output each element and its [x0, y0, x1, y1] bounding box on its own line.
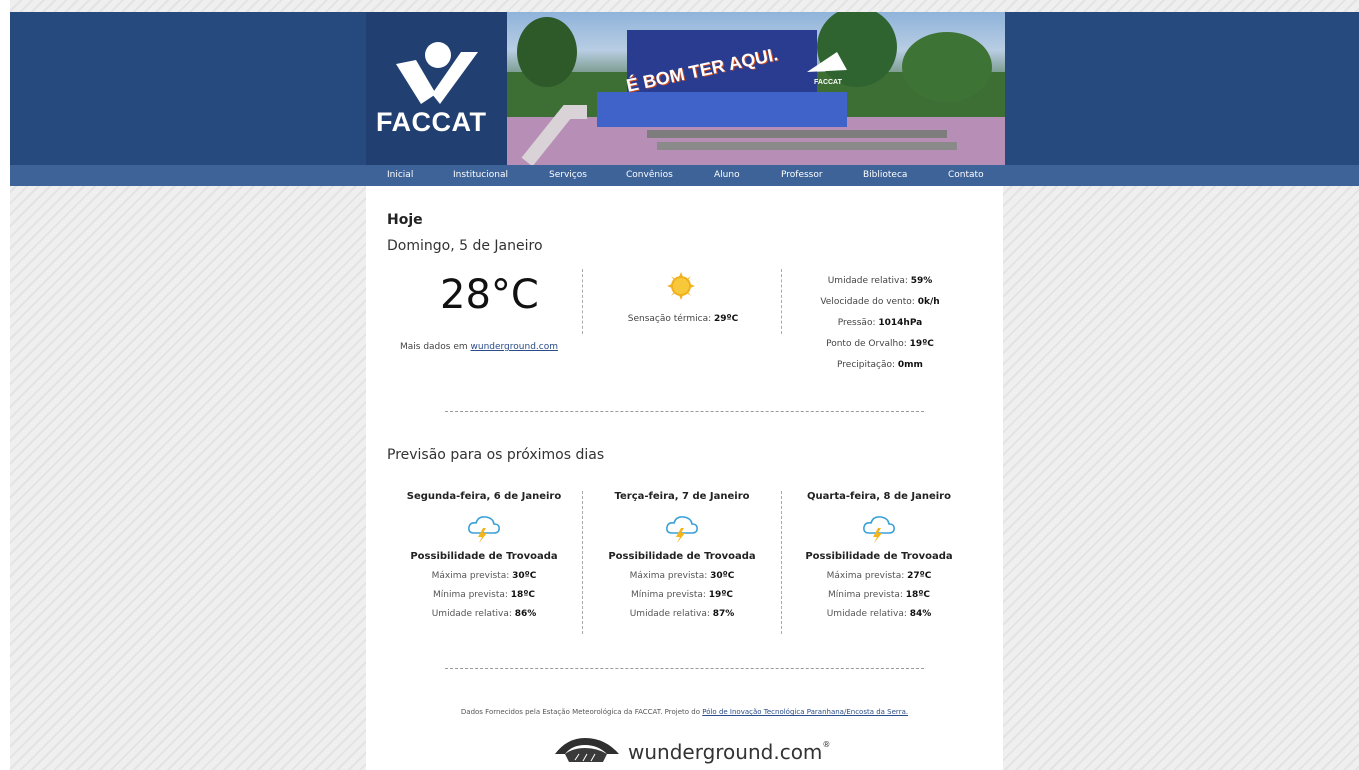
forecast-heading: Previsão para os próximos dias — [387, 447, 605, 463]
forecast-max: Máxima prevista: 27ºC — [781, 571, 977, 581]
today-stats: Umidade relativa: 59% Velocidade do vent… — [791, 271, 969, 376]
forecast-humidity-value: 86% — [514, 609, 537, 619]
forecast-day-title: Quarta-feira, 8 de Janeiro — [807, 491, 951, 502]
forecast-humidity-label: Umidade relativa: — [826, 609, 910, 619]
forecast-max: Máxima prevista: 30ºC — [386, 571, 582, 581]
wunderground-wordmark: wunderground.com® — [628, 740, 830, 764]
feels-like-label: Sensação térmica: — [627, 314, 714, 324]
nav-item-professor[interactable]: Professor — [781, 170, 823, 180]
stat-label: Velocidade do vento: — [820, 297, 918, 307]
more-data-text: Mais dados em wunderground.com — [400, 342, 558, 352]
header-banner: FACCAT FACCAT É BOM TER AQUI. — [366, 12, 1005, 165]
today-divider-2 — [781, 269, 782, 334]
nav-item-convenios[interactable]: Convênios — [626, 170, 673, 180]
stat-value: 0k/h — [917, 297, 940, 307]
registered-mark: ® — [822, 740, 831, 749]
more-data-prefix: Mais dados em — [400, 342, 471, 352]
forecast-max-label: Máxima prevista: — [629, 571, 711, 581]
stat-label: Precipitação: — [837, 360, 898, 370]
stat-label: Umidade relativa: — [827, 276, 911, 286]
current-temperature: 28°C — [440, 272, 539, 318]
forecast-min-value: 19ºC — [708, 590, 734, 600]
forecast-humidity-label: Umidade relativa: — [629, 609, 713, 619]
stat-dewpoint: Ponto de Orvalho: 19ºC — [791, 334, 969, 355]
forecast-max: Máxima prevista: 30ºC — [584, 571, 780, 581]
footer-note: Dados Fornecidos pela Estação Meteorológ… — [366, 708, 1003, 716]
thunderstorm-icon — [468, 516, 500, 543]
campus-photo: FACCAT É BOM TER AQUI. — [507, 12, 1005, 165]
forecast-condition: Possibilidade de Trovoada — [410, 551, 558, 562]
stat-label: Ponto de Orvalho: — [826, 339, 910, 349]
forecast-min-label: Mínima prevista: — [827, 590, 906, 600]
nav-item-aluno[interactable]: Aluno — [714, 170, 740, 180]
polo-inovacao-link[interactable]: Pólo de Inovação Tecnológica Paranhana/E… — [702, 708, 908, 716]
nav-item-biblioteca[interactable]: Biblioteca — [863, 170, 907, 180]
logo-mark-icon — [396, 42, 478, 104]
footer-note-text: Dados Fornecidos pela Estação Meteorológ… — [460, 708, 703, 716]
stat-value: 0mm — [897, 360, 923, 370]
forecast-humidity-value: 84% — [909, 609, 932, 619]
wunderground-brand[interactable]: wunderground.com® — [553, 734, 830, 766]
logo-wordmark: FACCAT — [376, 107, 487, 137]
forecast-max-label: Máxima prevista: — [826, 571, 908, 581]
forecast-divider-1 — [582, 491, 583, 634]
forecast-min: Mínima prevista: 18ºC — [781, 590, 977, 600]
forecast-max-value: 27ºC — [907, 571, 932, 581]
wunderground-brand-text: wunderground.com — [628, 740, 823, 764]
forecast-min: Mínima prevista: 19ºC — [584, 590, 780, 600]
section-divider — [445, 668, 924, 669]
forecast-humidity-value: 87% — [712, 609, 735, 619]
forecast-min: Mínima prevista: 18ºC — [386, 590, 582, 600]
svg-text:FACCAT: FACCAT — [814, 79, 843, 86]
main-nav: Inicial Institucional Serviços Convênios… — [366, 165, 1005, 186]
forecast-max-value: 30ºC — [710, 571, 735, 581]
forecast-humidity-label: Umidade relativa: — [431, 609, 515, 619]
weather-content: Hoje Domingo, 5 de Janeiro 28°C Mais dad… — [366, 186, 1003, 770]
today-divider-1 — [582, 269, 583, 334]
window-edge — [0, 0, 10, 770]
forecast-day-title: Terça-feira, 7 de Janeiro — [614, 491, 750, 502]
stat-wind: Velocidade do vento: 0k/h — [791, 292, 969, 313]
forecast-min-label: Mínima prevista: — [630, 590, 709, 600]
nav-item-institucional[interactable]: Institucional — [453, 170, 508, 180]
campus-scene: FACCAT — [507, 12, 1005, 165]
forecast-min-value: 18ºC — [905, 590, 931, 600]
forecast-humidity: Umidade relativa: 84% — [781, 609, 977, 619]
stat-label: Pressão: — [837, 318, 879, 328]
forecast-humidity: Umidade relativa: 87% — [584, 609, 780, 619]
forecast-day-title: Segunda-feira, 6 de Janeiro — [406, 491, 562, 502]
thunderstorm-icon — [666, 516, 698, 543]
faccat-logo[interactable]: FACCAT — [366, 12, 507, 165]
forecast-min-value: 18ºC — [510, 590, 536, 600]
sun-icon — [667, 272, 695, 300]
today-heading: Hoje — [387, 212, 423, 228]
forecast-max-label: Máxima prevista: — [431, 571, 513, 581]
feels-like: Sensação térmica: 29ºC — [588, 314, 778, 324]
section-divider — [445, 411, 924, 412]
forecast-max-value: 30ºC — [512, 571, 537, 581]
nav-item-inicial[interactable]: Inicial — [387, 170, 413, 180]
forecast-condition: Possibilidade de Trovoada — [805, 551, 953, 562]
forecast-min-label: Mínima prevista: — [432, 590, 511, 600]
stat-value: 1014hPa — [878, 318, 923, 328]
forecast-day: Segunda-feira, 6 de Janeiro Possibilidad… — [386, 491, 582, 619]
stat-precipitation: Precipitação: 0mm — [791, 355, 969, 376]
nav-item-servicos[interactable]: Serviços — [549, 170, 587, 180]
stat-value: 59% — [910, 276, 933, 286]
stat-pressure: Pressão: 1014hPa — [791, 313, 969, 334]
today-date: Domingo, 5 de Janeiro — [387, 238, 543, 254]
forecast-day: Terça-feira, 7 de Janeiro Possibilidade … — [584, 491, 780, 619]
forecast-condition: Possibilidade de Trovoada — [608, 551, 756, 562]
stat-value: 19ºC — [909, 339, 934, 349]
forecast-humidity: Umidade relativa: 86% — [386, 609, 582, 619]
nav-item-contato[interactable]: Contato — [948, 170, 984, 180]
wunderground-logo-icon — [555, 738, 619, 762]
feels-like-value: 29ºC — [714, 314, 739, 324]
wunderground-link[interactable]: wunderground.com — [471, 342, 559, 352]
forecast-day: Quarta-feira, 8 de Janeiro Possibilidade… — [781, 491, 977, 619]
stat-humidity: Umidade relativa: 59% — [791, 271, 969, 292]
thunderstorm-icon — [863, 516, 895, 543]
